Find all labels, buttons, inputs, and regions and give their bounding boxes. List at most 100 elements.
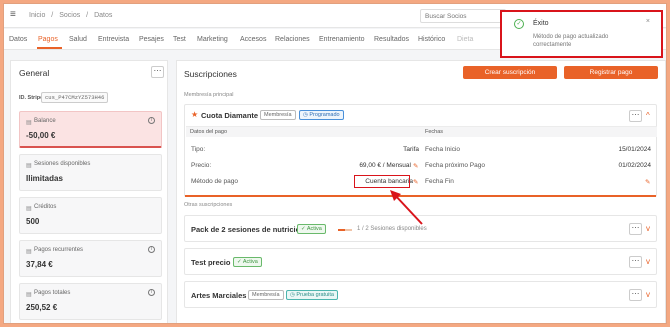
main-membership-card: ★ Cuota Diamante Membresía ◷ Programado …: [184, 104, 657, 197]
cash-icon: ▤: [26, 292, 32, 298]
stripe-id-label: ID. Stripe: [19, 95, 44, 101]
subscription-name: Artes Marciales: [191, 291, 247, 300]
type-badge: Membresía: [260, 110, 296, 120]
breadcrumb-separator: /: [86, 12, 89, 19]
payment-method-label: Método de pago: [191, 178, 238, 185]
subscription-options-button[interactable]: ⋯: [629, 289, 642, 301]
breadcrumb-socios[interactable]: Socios: [59, 12, 80, 19]
stat-sessions: ▤ Sesiones disponibles Ilimitadas: [19, 154, 162, 191]
close-icon[interactable]: ×: [646, 18, 650, 25]
sessions-progress-fill: [338, 229, 345, 231]
app-frame: ≡ Inicio / Socios / Datos Datos Pagos Sa…: [3, 3, 667, 324]
stat-value: 500: [26, 217, 40, 226]
stat-label: Créditos: [34, 204, 57, 210]
dates-header: Fechas: [425, 129, 444, 135]
breadcrumb-separator: /: [51, 12, 54, 19]
menu-icon[interactable]: ≡: [10, 10, 20, 20]
chevron-up-icon[interactable]: ^: [646, 112, 650, 120]
tab-test[interactable]: Test: [173, 36, 186, 43]
stat-value: 250,52 €: [26, 303, 58, 312]
ticket-icon: ▤: [26, 163, 32, 169]
stat-label: Pagos recurrentes: [34, 247, 84, 253]
info-icon[interactable]: i: [148, 246, 155, 253]
tab-accesos[interactable]: Accesos: [240, 36, 266, 43]
general-title: General: [19, 68, 50, 78]
edit-payment-method-icon[interactable]: ✎: [413, 178, 418, 186]
register-payment-button[interactable]: Registrar pago: [564, 66, 658, 79]
tab-datos[interactable]: Datos: [9, 36, 27, 43]
stat-value: Ilimitadas: [26, 174, 63, 183]
annotation-arrow-icon: [390, 190, 423, 225]
create-subscription-button[interactable]: Crear suscripción: [463, 66, 557, 79]
edit-price-icon[interactable]: ✎: [413, 162, 418, 170]
status-badge: ✓ Activa: [297, 224, 326, 234]
sessions-progress-bar: [338, 229, 352, 231]
toast-title: Éxito: [533, 20, 549, 27]
wallet-icon: ▤: [26, 120, 32, 126]
tab-dieta[interactable]: Dieta: [457, 36, 473, 43]
stat-credits: ▤ Créditos 500: [19, 197, 162, 234]
breadcrumb: Inicio / Socios / Datos: [29, 12, 116, 19]
status-badge: ◷ Programado: [299, 110, 344, 120]
tab-pagos[interactable]: Pagos: [38, 36, 58, 43]
stat-label: Balance: [34, 118, 56, 124]
stat-label: Sesiones disponibles: [34, 161, 91, 167]
toast-message: Método de pago actualizado correctamente: [533, 34, 609, 48]
info-icon[interactable]: i: [148, 289, 155, 296]
status-badge: ◷ Prueba gratuita: [286, 290, 338, 300]
payment-method-highlight: [354, 175, 410, 188]
next-payment-value: 01/02/2024: [618, 162, 651, 169]
status-badge-label: Activa: [242, 259, 258, 265]
status-badge-label: Prueba gratuita: [296, 292, 334, 298]
stat-value: 37,84 €: [26, 260, 53, 269]
stat-recurring-payments: ▤ Pagos recurrentes 37,84 € i: [19, 240, 162, 277]
tab-historico[interactable]: Histórico: [418, 36, 445, 43]
stat-value: -50,00 €: [26, 131, 56, 140]
membership-name: Cuota Diamante: [201, 111, 259, 120]
next-payment-label: Fecha próximo Pago: [425, 162, 485, 169]
main-membership-label: Membresía principal: [184, 92, 234, 98]
status-badge-label: Programado: [309, 112, 340, 118]
stat-balance: ▤ Balance -50,00 € i: [19, 111, 162, 148]
info-icon[interactable]: i: [148, 117, 155, 124]
tab-entrevista[interactable]: Entrevista: [98, 36, 129, 43]
active-tab-indicator: [37, 47, 62, 49]
check-circle-icon: ✓: [514, 19, 524, 29]
type-label: Tipo:: [191, 146, 206, 153]
subscription-name: Pack de 2 sesiones de nutrición: [191, 225, 305, 234]
status-badge: ✓ Activa: [233, 257, 262, 267]
general-options-button[interactable]: ⋯: [151, 66, 164, 78]
chevron-down-icon[interactable]: v: [646, 225, 650, 233]
coin-icon: ▤: [26, 206, 32, 212]
tab-entrenamiento[interactable]: Entrenamiento: [319, 36, 365, 43]
start-date-value: 15/01/2024: [618, 146, 651, 153]
chevron-down-icon[interactable]: v: [646, 258, 650, 266]
stat-label: Pagos totales: [34, 290, 71, 296]
tab-relaciones[interactable]: Relaciones: [275, 36, 310, 43]
stripe-id-value: cus_P47CMzYZ573H46: [41, 92, 109, 103]
subscription-card-artes-marciales: Artes Marciales Membresía ◷ Prueba gratu…: [184, 281, 657, 308]
stat-total-payments: ▤ Pagos totales 250,52 € i: [19, 283, 162, 320]
search-input[interactable]: [420, 9, 506, 23]
details-header: Datos del pago Fechas: [186, 126, 657, 137]
price-label: Precio:: [191, 162, 212, 169]
other-subscriptions-label: Otras suscripciones: [184, 202, 233, 208]
subscription-card-test-precio: Test precio ✓ Activa ⋯ v: [184, 248, 657, 275]
tab-pesajes[interactable]: Pesajes: [139, 36, 164, 43]
type-value: Tarifa: [403, 146, 419, 153]
start-date-label: Fecha Inicio: [425, 146, 461, 153]
price-value: 69,00 € / Mensual: [359, 162, 411, 169]
membership-options-button[interactable]: ⋯: [629, 110, 642, 122]
payment-data-header: Datos del pago: [190, 129, 227, 135]
chevron-down-icon[interactable]: v: [646, 291, 650, 299]
end-date-label: Fecha Fin: [425, 178, 454, 185]
subscription-name: Test precio: [191, 258, 231, 267]
subscription-options-button[interactable]: ⋯: [629, 256, 642, 268]
edit-end-date-icon[interactable]: ✎: [645, 178, 650, 186]
tab-resultados[interactable]: Resultados: [374, 36, 409, 43]
breadcrumb-home[interactable]: Inicio: [29, 12, 45, 19]
success-toast: ✓ Éxito Método de pago actualizado corre…: [500, 10, 663, 58]
tab-salud[interactable]: Salud: [69, 36, 87, 43]
tab-marketing[interactable]: Marketing: [197, 36, 228, 43]
subscription-options-button[interactable]: ⋯: [629, 223, 642, 235]
